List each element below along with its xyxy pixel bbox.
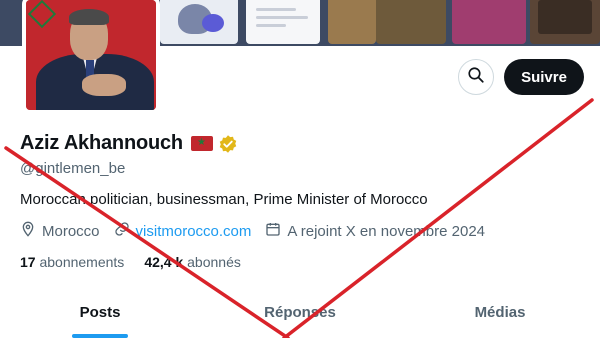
profile-website[interactable]: visitmorocco.com (114, 221, 252, 241)
tab-media[interactable]: Médias (400, 300, 600, 338)
profile-name: Aziz Akhannouch (20, 132, 183, 154)
profile-handle: @gintlemen_be (20, 160, 126, 177)
profile-avatar[interactable] (22, 0, 160, 114)
profile-bio: Moroccan politician, businessman, Prime … (20, 191, 428, 208)
followers-label: abonnés (187, 254, 241, 270)
followers-link[interactable]: 42,4 k abonnés (144, 254, 241, 270)
active-tab-indicator (72, 334, 128, 338)
verified-badge-icon[interactable] (218, 134, 238, 154)
website-link[interactable]: visitmorocco.com (136, 223, 252, 240)
profile-location: Morocco (20, 221, 100, 241)
banner-card (328, 0, 376, 44)
follow-button[interactable]: Suivre (504, 59, 584, 95)
joined-text: A rejoint X en novembre 2024 (287, 222, 486, 240)
following-link[interactable]: 17 abonnements (20, 254, 124, 270)
location-pin-icon (20, 221, 42, 241)
tab-label: Posts (79, 304, 121, 321)
profile-meta: Morocco visitmorocco.com A rejoint X en … (20, 221, 499, 241)
banner-card (160, 0, 238, 44)
link-icon (114, 221, 136, 241)
following-label: abonnements (39, 254, 125, 270)
profile-joined: A rejoint X en novembre 2024 (265, 221, 485, 241)
tab-posts[interactable]: Posts (0, 300, 200, 338)
search-button[interactable] (458, 59, 494, 95)
banner-card (376, 0, 446, 44)
profile-name-row: Aziz Akhannouch ★ (20, 132, 238, 155)
banner-card (530, 0, 600, 44)
search-icon (467, 66, 485, 89)
tab-label: Médias (474, 304, 526, 321)
location-text: Morocco (42, 222, 100, 240)
tab-label: Réponses (264, 304, 336, 321)
following-count: 17 (20, 254, 36, 270)
profile-tabs: Posts Réponses Médias (0, 300, 600, 338)
tab-replies[interactable]: Réponses (200, 300, 400, 338)
banner-card (452, 0, 526, 44)
followers-count: 42,4 k (144, 254, 184, 270)
profile-stats: 17 abonnements 42,4 k abonnés (20, 254, 261, 270)
calendar-icon (265, 221, 287, 241)
morocco-flag-icon: ★ (190, 136, 213, 151)
banner-card (246, 0, 320, 44)
